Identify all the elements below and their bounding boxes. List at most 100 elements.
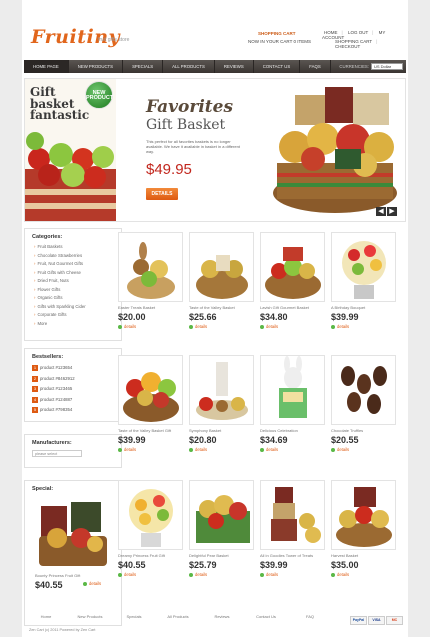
category-item[interactable]: Fruit, Nut Gourmet Gifts xyxy=(34,260,114,269)
product-name[interactable]: All in Goodies Tower of Treats xyxy=(260,553,325,558)
banner-description: This perfect for all favorites baskets i… xyxy=(146,139,240,154)
product-name[interactable]: Lavish Gift Gourmet Basket xyxy=(260,305,325,310)
categories-box: Categories: Fruit Baskets Chocolate Stra… xyxy=(24,228,122,341)
footer-reviews-link[interactable]: Reviews xyxy=(200,614,244,619)
product-image[interactable] xyxy=(331,355,396,425)
prev-arrow-icon[interactable]: ◀ xyxy=(376,207,386,216)
bestseller-item[interactable]: 4 product #124887 xyxy=(32,395,114,406)
category-item[interactable]: Flower Gifts xyxy=(34,286,114,295)
product-details-link[interactable]: details xyxy=(118,447,183,452)
nav-new-products[interactable]: NEW PRODUCTS xyxy=(69,60,124,73)
nav-specials[interactable]: SPECIALS xyxy=(123,60,164,73)
gift-basket-image xyxy=(273,87,397,213)
special-details-link[interactable]: details xyxy=(83,581,121,586)
product-details-link[interactable]: details xyxy=(189,324,254,329)
product-details-link[interactable]: details xyxy=(189,447,254,452)
category-item[interactable]: Organic Gifts xyxy=(34,294,114,303)
product-image[interactable] xyxy=(260,355,325,425)
product-name[interactable]: Dreamy Princess Fruit Gift xyxy=(118,553,183,558)
cart-info: NOW IN YOUR CART 0 ITEMS xyxy=(248,39,312,44)
special-box: Special: Bounty Princess Fruit Gift $40.… xyxy=(24,480,122,626)
details-dot-icon xyxy=(189,447,193,452)
product-details-link[interactable]: details xyxy=(260,447,325,452)
banner-subtitle: Gift Basket xyxy=(146,117,226,133)
product-image[interactable] xyxy=(118,232,183,302)
footer-specials-link[interactable]: Specials xyxy=(112,614,156,619)
slider-arrows: ◀ ▶ xyxy=(376,207,397,216)
special-product-image[interactable] xyxy=(35,498,111,570)
special-product-name[interactable]: Bounty Princess Fruit Gift xyxy=(35,573,121,578)
product-card: All in Goodies Tower of Treats $39.99 de… xyxy=(260,480,325,577)
footer-all-products-link[interactable]: All Products xyxy=(156,614,200,619)
footer: Home New Products Specials All Products … xyxy=(24,614,406,637)
product-image[interactable] xyxy=(331,232,396,302)
promo-panel[interactable]: Gift basket fantastic NEW PRODUCT xyxy=(25,79,116,221)
nav-reviews[interactable]: REVIEWS xyxy=(215,60,254,73)
footer-home-link[interactable]: Home xyxy=(24,614,68,619)
product-image[interactable] xyxy=(331,480,396,550)
nav-home[interactable]: HOME PAGE xyxy=(24,60,69,73)
nav-contact-us[interactable]: CONTACT US xyxy=(254,60,301,73)
product-name[interactable]: Delightful Pear Basket xyxy=(189,553,254,558)
product-image[interactable] xyxy=(118,355,183,425)
mastercard-icon: MC xyxy=(386,616,403,625)
product-card: Easter Treats Basket $20.00 details xyxy=(118,232,183,329)
nav-all-products[interactable]: ALL PRODUCTS xyxy=(163,60,215,73)
logout-link[interactable]: LOG OUT xyxy=(348,30,368,35)
category-item[interactable]: Fruit Baskets xyxy=(34,243,114,252)
product-details-link[interactable]: details xyxy=(331,572,396,577)
bestseller-item[interactable]: 3 product #123465 xyxy=(32,384,114,395)
manufacturers-select[interactable]: please select xyxy=(32,450,82,457)
product-details-link[interactable]: details xyxy=(331,447,396,452)
product-image[interactable] xyxy=(189,232,254,302)
promo-heading: Gift basket fantastic xyxy=(30,85,90,122)
next-arrow-icon[interactable]: ▶ xyxy=(387,207,397,216)
product-name[interactable]: Taste of the Valley Basket xyxy=(189,305,254,310)
details-dot-icon xyxy=(189,324,193,329)
bestseller-item[interactable]: 1 product #123654 xyxy=(32,363,114,374)
product-details-link[interactable]: details xyxy=(260,324,325,329)
category-item[interactable]: More xyxy=(34,320,114,329)
banner-details-button[interactable]: DETAILS xyxy=(146,188,178,200)
product-details-link[interactable]: details xyxy=(260,572,325,577)
footer-new-products-link[interactable]: New Products xyxy=(68,614,112,619)
product-image[interactable] xyxy=(189,480,254,550)
checkout-link[interactable]: CHECKOUT xyxy=(335,44,360,49)
product-card: Lavish Gift Gourmet Basket $34.80 detail… xyxy=(260,232,325,329)
product-name[interactable]: Harvest Basket xyxy=(331,553,396,558)
category-item[interactable]: Chocolate Strawberries xyxy=(34,252,114,261)
product-price: $39.99 xyxy=(260,560,288,570)
currency-select[interactable]: US Dollar xyxy=(371,63,403,70)
bestseller-item[interactable]: 5 product #798354 xyxy=(32,405,114,416)
product-details-link[interactable]: details xyxy=(118,572,183,577)
product-price: $34.80 xyxy=(260,312,288,322)
details-dot-icon xyxy=(260,447,264,452)
product-image[interactable] xyxy=(118,480,183,550)
product-details-link[interactable]: details xyxy=(331,324,396,329)
bestseller-item[interactable]: 2 product #8462912 xyxy=(32,374,114,385)
category-item[interactable]: Fruit Gifts with Cheese xyxy=(34,269,114,278)
product-image[interactable] xyxy=(260,480,325,550)
product-name[interactable]: Symphony Basket xyxy=(189,428,254,433)
details-dot-icon xyxy=(331,324,335,329)
product-name[interactable]: Taste of the Valley Basket Gift xyxy=(118,428,183,433)
nav-faqs[interactable]: FAQS xyxy=(300,60,331,73)
product-name[interactable]: A Birthday Bouquet xyxy=(331,305,396,310)
category-item[interactable]: Gifts with Sparkling Cider xyxy=(34,303,114,312)
footer-faq-link[interactable]: FAQ xyxy=(288,614,332,619)
category-item[interactable]: Dried Fruit, Nuts xyxy=(34,277,114,286)
shopping-cart-title[interactable]: SHOPPING CART xyxy=(258,31,296,36)
product-price: $34.69 xyxy=(260,435,288,445)
product-image[interactable] xyxy=(189,355,254,425)
product-price: $25.66 xyxy=(189,312,217,322)
product-details-link[interactable]: details xyxy=(118,324,183,329)
product-details-link[interactable]: details xyxy=(189,572,254,577)
footer-contact-link[interactable]: Contact Us xyxy=(244,614,288,619)
product-name[interactable]: Delicious Celebration xyxy=(260,428,325,433)
product-name[interactable]: Chocolate Truffles xyxy=(331,428,396,433)
bestsellers-box: Bestsellers: 1 product #123654 2 product #… xyxy=(24,348,122,422)
product-name[interactable]: Easter Treats Basket xyxy=(118,305,183,310)
tagline: fruit gifts store xyxy=(98,37,130,43)
product-image[interactable] xyxy=(260,232,325,302)
category-item[interactable]: Corporate Gifts xyxy=(34,311,114,320)
